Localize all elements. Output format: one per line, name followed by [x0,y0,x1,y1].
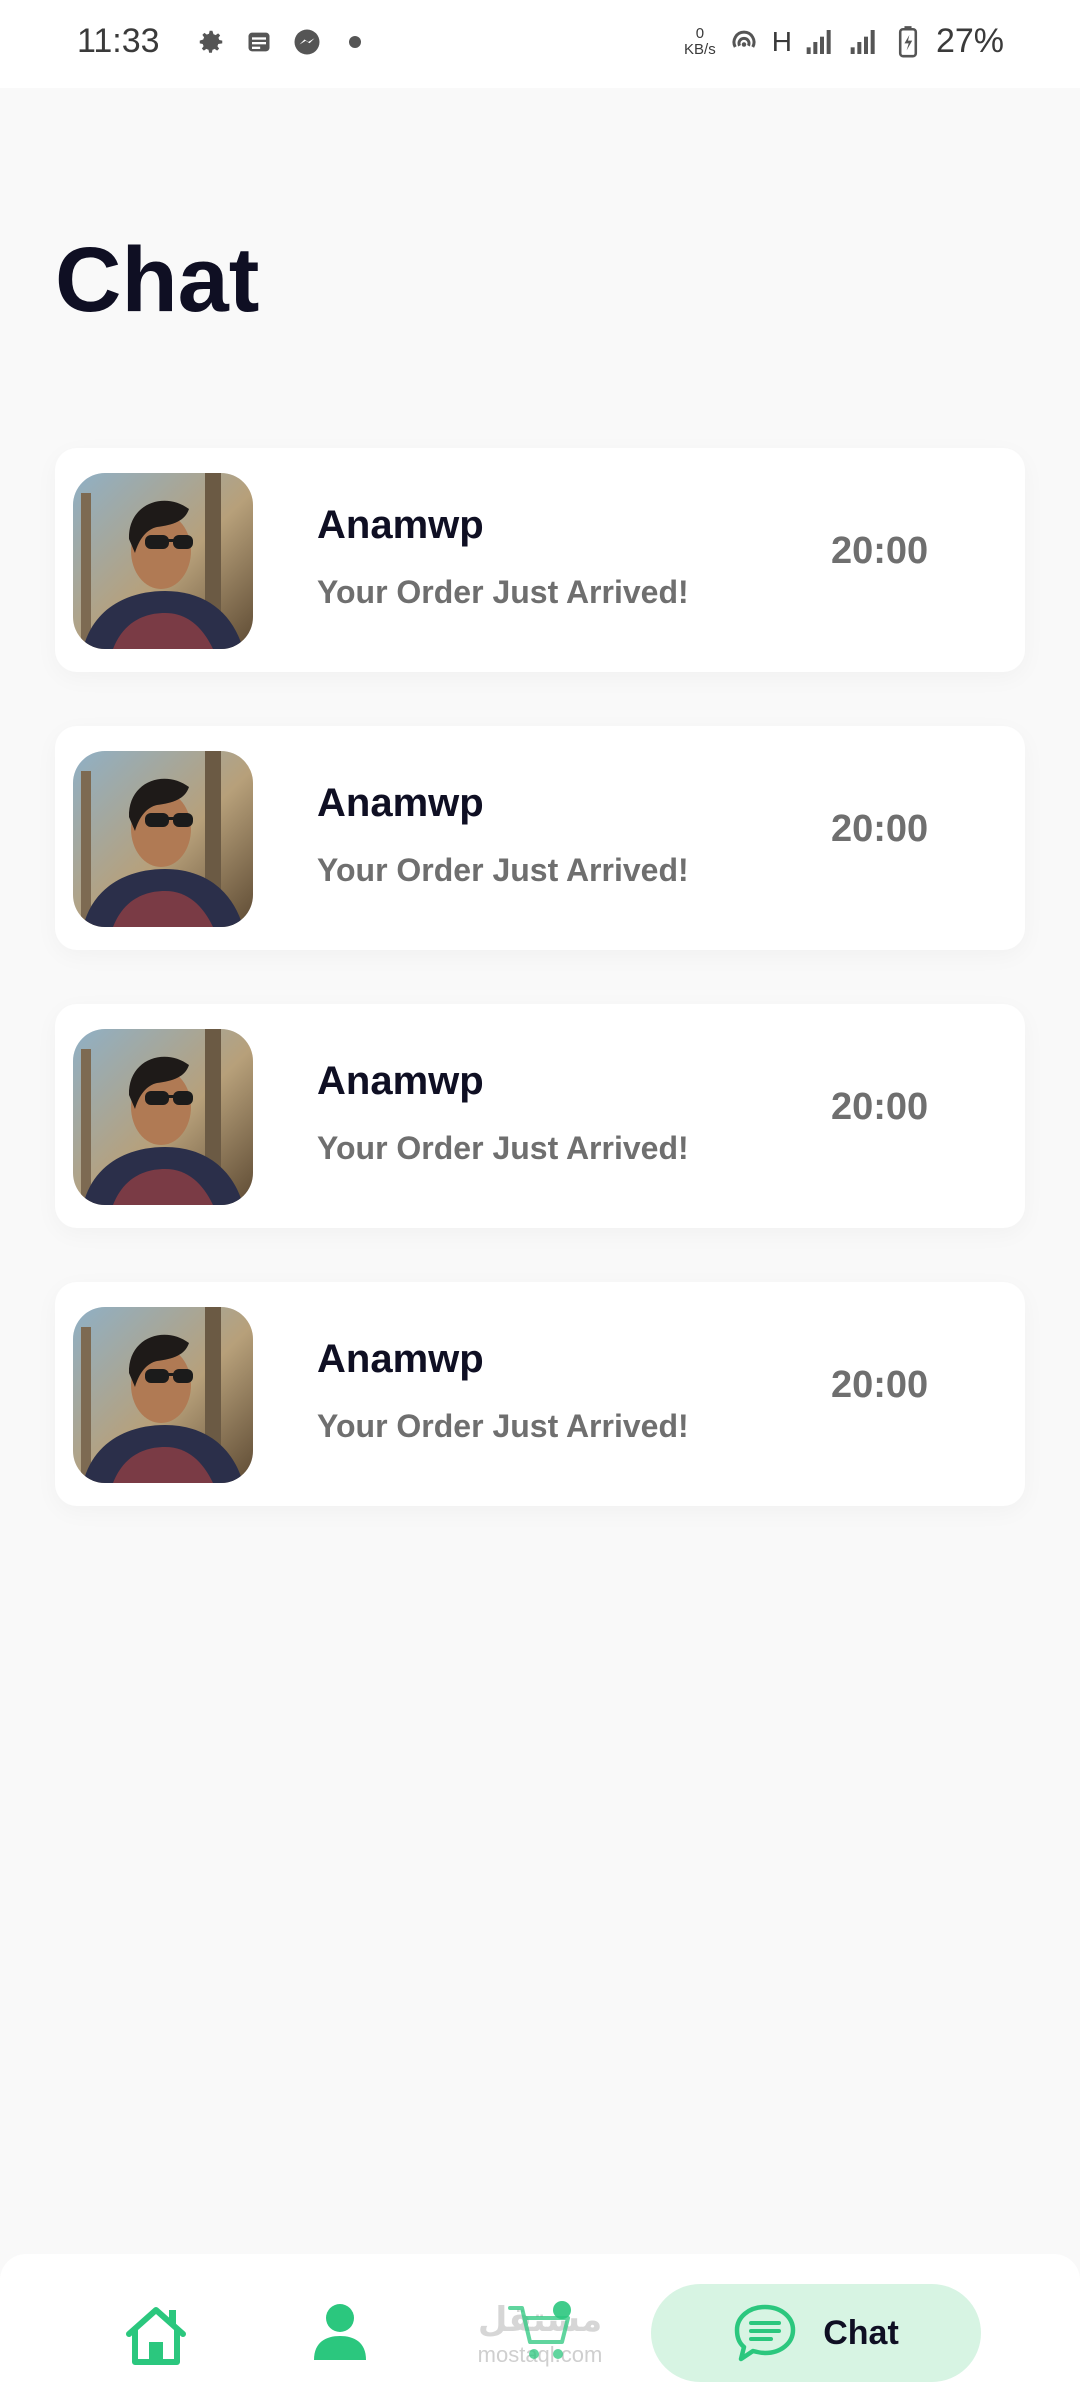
chat-time: 20:00 [831,1364,929,1406]
chat-item[interactable]: Anamwp Your Order Just Arrived! 20:00 [55,1004,1025,1228]
signal-icon [804,26,836,58]
avatar [73,751,253,927]
chat-time: 20:00 [831,1086,929,1128]
page-title: Chat [55,229,260,331]
net-speed: 0 KB/s [684,24,716,58]
hotspot-icon [728,26,760,58]
nav-home-button[interactable] [118,2300,194,2370]
dot-icon [339,26,371,58]
home-icon [126,2307,186,2365]
nav-profile-button[interactable] [310,2300,370,2364]
cart-icon [508,2301,571,2359]
chat-message: Your Order Just Arrived! [317,574,689,610]
net-speed-value: 0 [695,24,705,42]
chat-name: Anamwp [317,1337,484,1381]
signal-icon [848,26,880,58]
bottom-nav: مستقل mostaql.com Chat [0,2254,1080,2408]
avatar [73,1307,253,1483]
avatar [73,473,253,649]
chat-item[interactable]: Anamwp Your Order Just Arrived! 20:00 [55,448,1025,672]
settings-icon [195,26,227,58]
chat-message: Your Order Just Arrived! [317,1408,689,1444]
nav-cart-button[interactable]: مستقل mostaql.com [470,2300,610,2370]
profile-icon [314,2304,366,2360]
chat-name: Anamwp [317,503,484,547]
chat-time: 20:00 [831,808,929,850]
battery-charging-icon [892,25,924,58]
nav-chat-label: Chat [823,2313,899,2352]
chat-message: Your Order Just Arrived! [317,852,689,888]
chat-name: Anamwp [317,1059,484,1103]
chat-time: 20:00 [831,530,929,572]
messenger-icon [291,26,323,58]
status-bar: 11:33 0 KB/s H 27% [0,0,1080,88]
chat-message: Your Order Just Arrived! [317,1130,689,1166]
status-time: 11:33 [77,22,160,60]
chat-name: Anamwp [317,781,484,825]
nav-chat-button[interactable]: Chat [651,2284,981,2382]
chat-item[interactable]: Anamwp Your Order Just Arrived! 20:00 [55,1282,1025,1506]
network-type: H [771,25,792,57]
chat-item[interactable]: Anamwp Your Order Just Arrived! 20:00 [55,726,1025,950]
avatar [73,1029,253,1205]
chat-icon [734,2304,796,2362]
news-icon [243,26,275,58]
battery-percent: 27% [935,22,1004,60]
net-speed-unit: KB/s [684,40,716,58]
